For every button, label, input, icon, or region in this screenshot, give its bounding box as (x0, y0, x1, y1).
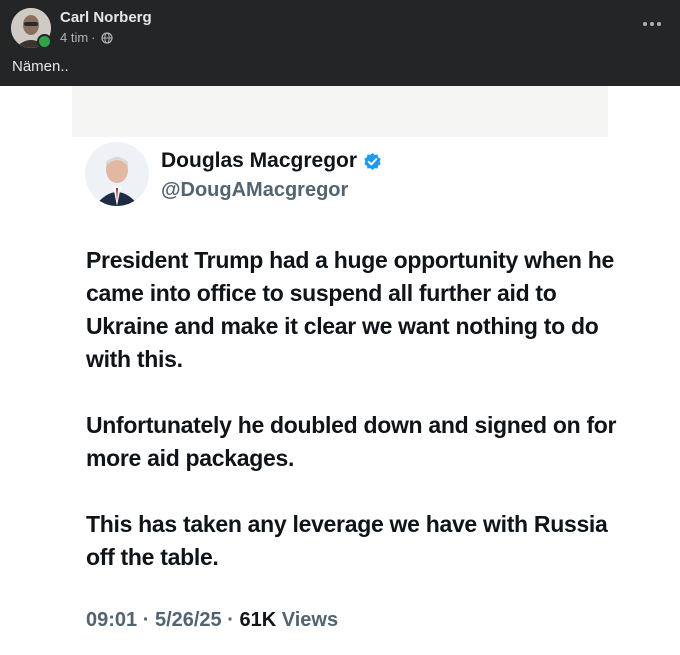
tweet-time: 09:01 (86, 609, 138, 631)
tweet-author-name: Douglas Macgregor (161, 149, 382, 173)
author-name[interactable]: Carl Norberg (60, 9, 152, 26)
meta-dot: · (227, 609, 234, 631)
tweet-body: President Trump had a huge opportunity w… (86, 244, 626, 607)
tweet-avatar (85, 142, 149, 206)
tweet-meta: 09:01 · 5/26/25 · 61K Views (86, 609, 338, 632)
post-meta: 4 tim · (60, 30, 113, 45)
post-header: Carl Norberg 4 tim · Nämen.. (0, 0, 680, 86)
post-time[interactable]: 4 tim (60, 30, 88, 45)
post-image[interactable]: Douglas Macgregor @DougAMacgregor Presid… (0, 86, 680, 655)
meta-separator: · (91, 30, 96, 45)
verified-badge-icon (364, 152, 381, 170)
tweet-handle: @DougAMacgregor (161, 179, 349, 201)
tweet-paragraph: Unfortunately he doubled down and signed… (86, 412, 617, 471)
more-options-button[interactable] (638, 10, 666, 38)
author-avatar[interactable] (11, 8, 52, 49)
tweet-views-label: Views (281, 609, 339, 631)
tweet-date: 5/26/25 (154, 609, 222, 631)
meta-dot: · (142, 609, 150, 631)
tweet-paragraph: President Trump had a huge opportunity w… (86, 247, 615, 372)
tweet-author-name-text: Douglas Macgregor (161, 149, 358, 172)
tweet-views-count: 61K (239, 609, 277, 631)
image-top-strip (72, 86, 608, 137)
globe-icon (100, 31, 113, 44)
online-status-indicator (37, 34, 52, 49)
more-options-icon (643, 22, 661, 26)
tweet-paragraph: This has taken any leverage we have with… (86, 511, 608, 570)
person-photo-icon (85, 142, 149, 206)
post-text: Nämen.. (12, 58, 69, 75)
